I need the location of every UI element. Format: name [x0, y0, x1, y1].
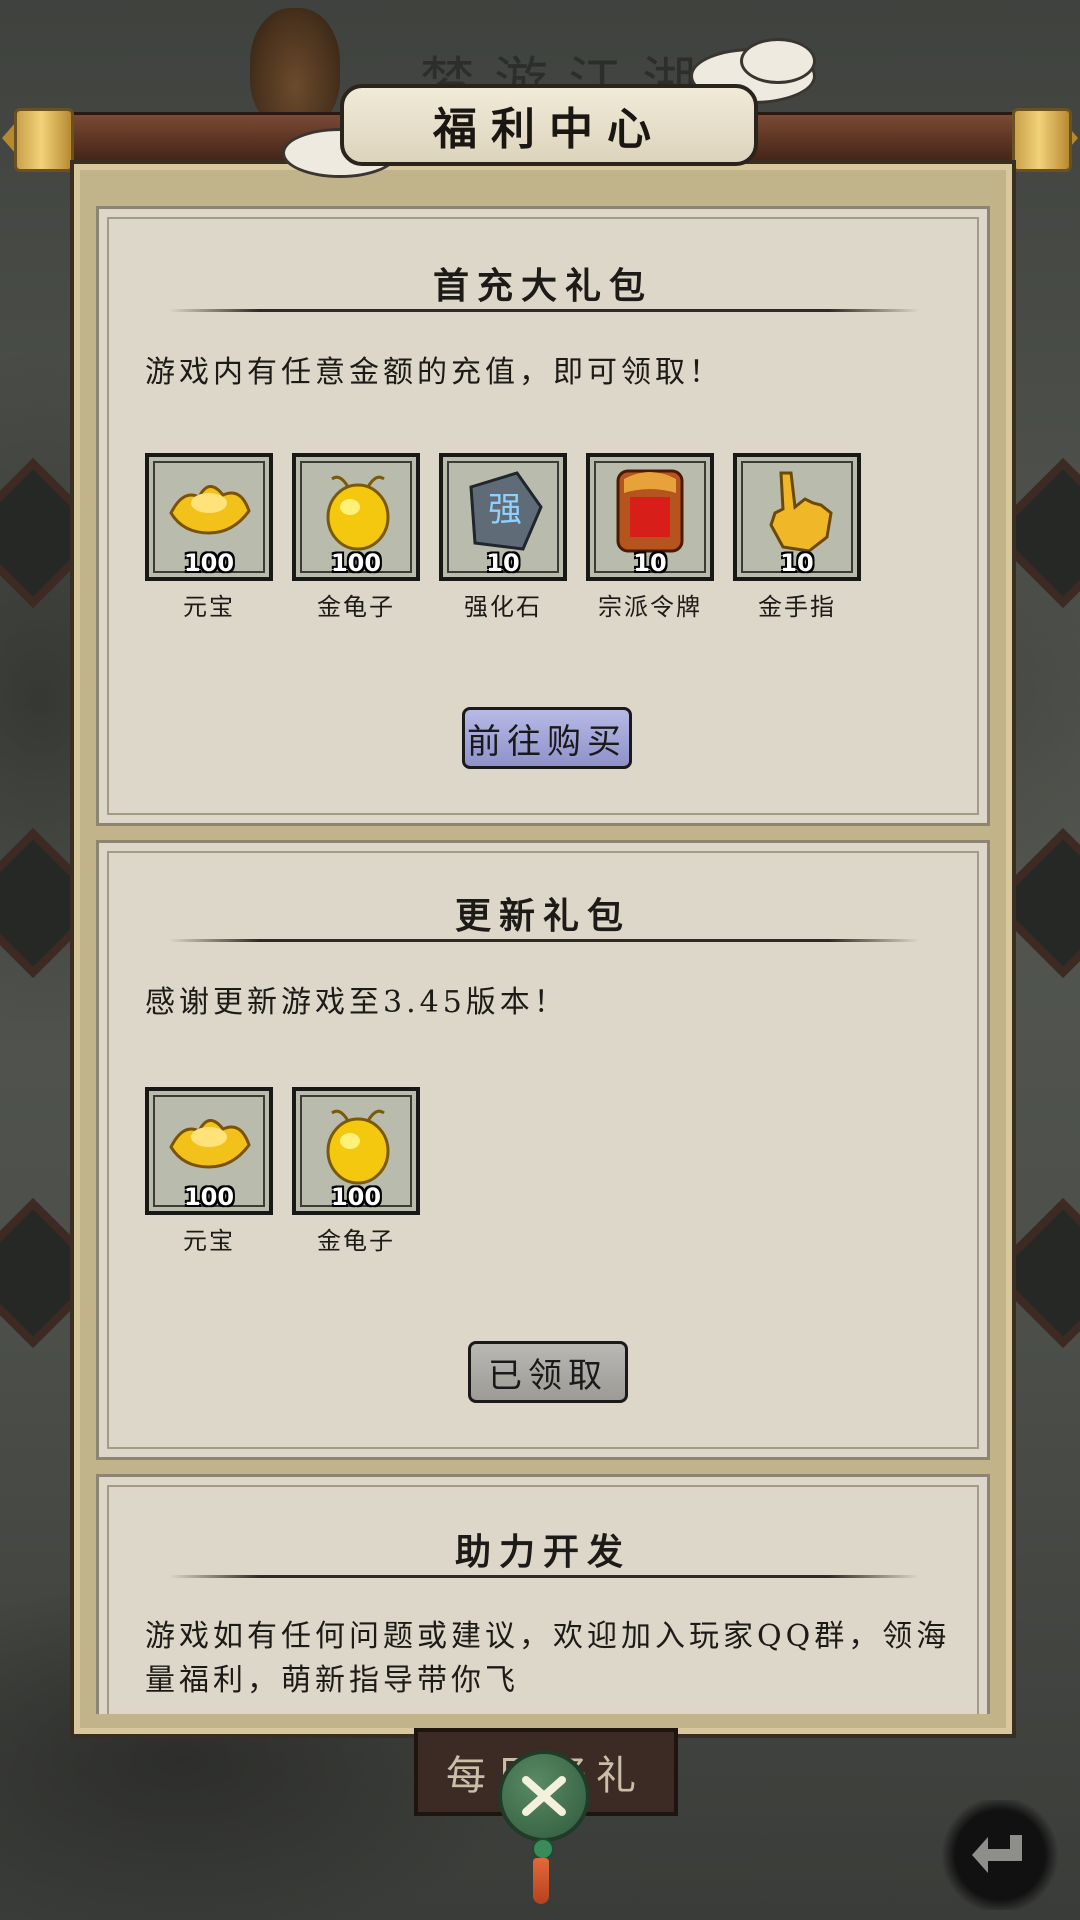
- title-divider: [169, 1575, 919, 1578]
- item-name: 元宝: [183, 1227, 235, 1255]
- item-slot: 100: [145, 1087, 273, 1215]
- item-name: 金手指: [758, 593, 836, 621]
- go-buy-button[interactable]: 前往购买: [462, 707, 632, 769]
- item-quantity: 10: [633, 549, 667, 577]
- section-title: 更新礼包: [454, 895, 631, 937]
- back-button[interactable]: [940, 1800, 1060, 1910]
- golden-finger-icon: [769, 471, 833, 553]
- support-dev-section: 助力开发 游戏如有任何问题或建议，欢迎加入玩家QQ群，领海量福利，萌新指导带你飞: [96, 1474, 990, 1714]
- reward-list: 100 元宝 100 金龟子: [145, 453, 861, 622]
- page-title: 福利中心: [433, 104, 665, 155]
- item-slot: 10: [733, 453, 861, 581]
- gold-ingot-icon: [169, 485, 251, 535]
- close-button[interactable]: [498, 1750, 590, 1842]
- title-plaque: 福利中心: [340, 84, 758, 166]
- item-name: 元宝: [183, 593, 235, 621]
- gourd-decoration: [250, 8, 340, 128]
- item-slot: 100: [292, 453, 420, 581]
- reward-item[interactable]: 10 宗派令牌: [586, 453, 714, 622]
- item-name: 强化石: [464, 593, 542, 621]
- tassel-decoration: [533, 1858, 549, 1904]
- sect-token-icon: [616, 469, 684, 553]
- item-quantity: 10: [780, 549, 814, 577]
- item-quantity: 100: [330, 1183, 382, 1211]
- close-icon: [522, 1776, 566, 1816]
- back-arrow-icon: [972, 1835, 1022, 1873]
- reward-list: 100 元宝 100 金龟子: [145, 1087, 420, 1256]
- item-slot: 强 10: [439, 453, 567, 581]
- scroll-rod-cap: [14, 108, 74, 172]
- section-description: 感谢更新游戏至3.45版本！: [145, 985, 568, 1020]
- section-description: 游戏如有任何问题或建议，欢迎加入玩家QQ群，领海量福利，萌新指导带你飞: [145, 1619, 951, 1698]
- section-description: 游戏内有任意金额的充值，即可领取！: [145, 355, 723, 390]
- title-divider: [169, 309, 919, 312]
- reward-item[interactable]: 10 金手指: [733, 453, 861, 622]
- item-name: 宗派令牌: [598, 593, 702, 621]
- section-scroll-area[interactable]: 首充大礼包 游戏内有任意金额的充值，即可领取！ 100 元宝 100 金龟子 强…: [96, 206, 990, 1714]
- reward-item[interactable]: 100 金龟子: [292, 1087, 420, 1256]
- golden-beetle-icon: [326, 1109, 390, 1185]
- item-slot: 100: [292, 1087, 420, 1215]
- golden-beetle-icon: [326, 475, 390, 551]
- claimed-button[interactable]: 已领取: [468, 1341, 628, 1403]
- item-slot: 10: [586, 453, 714, 581]
- item-quantity: 10: [486, 549, 520, 577]
- svg-text:强: 强: [488, 490, 522, 530]
- reward-item[interactable]: 100 元宝: [145, 1087, 273, 1256]
- section-title: 首充大礼包: [432, 265, 653, 307]
- reward-item[interactable]: 强 10 强化石: [439, 453, 567, 622]
- reward-item[interactable]: 100 元宝: [145, 453, 273, 622]
- first-recharge-section: 首充大礼包 游戏内有任意金额的充值，即可领取！ 100 元宝 100 金龟子 强…: [96, 206, 990, 826]
- section-title: 助力开发: [454, 1531, 631, 1573]
- item-quantity: 100: [183, 549, 235, 577]
- title-divider: [169, 939, 919, 942]
- item-slot: 100: [145, 453, 273, 581]
- update-gift-section: 更新礼包 感谢更新游戏至3.45版本！ 100 元宝 100 金龟子 已领取: [96, 840, 990, 1460]
- item-quantity: 100: [330, 549, 382, 577]
- jade-bead-decoration: [532, 1838, 554, 1860]
- enhance-stone-icon: 强: [469, 471, 543, 551]
- gold-ingot-icon: [169, 1119, 251, 1169]
- reward-item[interactable]: 100 金龟子: [292, 453, 420, 622]
- cloud-decoration: [740, 38, 816, 84]
- scroll-rod-cap: [1012, 108, 1072, 172]
- item-name: 金龟子: [317, 593, 395, 621]
- item-quantity: 100: [183, 1183, 235, 1211]
- item-name: 金龟子: [317, 1227, 395, 1255]
